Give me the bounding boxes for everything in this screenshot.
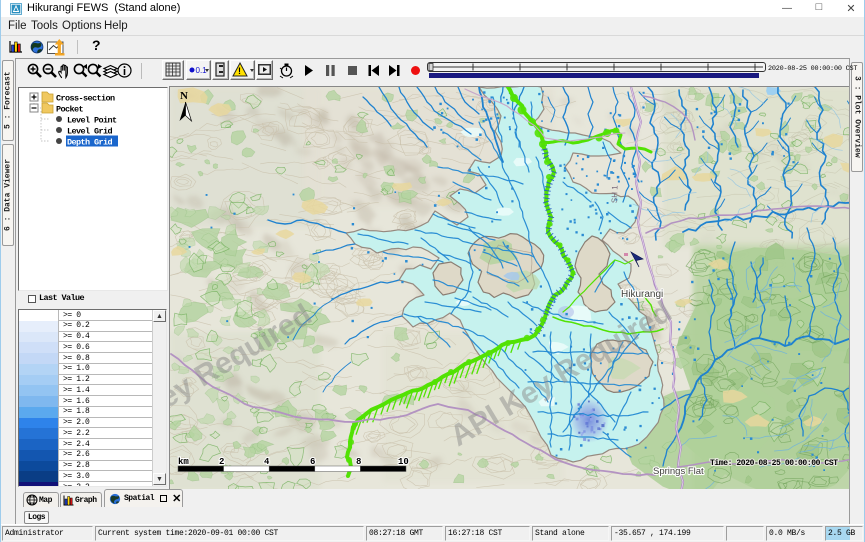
svg-text:!: ! [238, 66, 241, 76]
svg-text:0.1: 0.1 [196, 66, 208, 75]
svg-text:Springs Flat: Springs Flat [653, 466, 704, 477]
svg-text:km: km [178, 457, 189, 467]
svg-text:Pocket: Pocket [56, 105, 84, 115]
svg-text:10: 10 [398, 457, 409, 467]
svg-text:Hikurangi: Hikurangi [621, 289, 663, 300]
svg-text:Time: 2020-08-25 00:00:00 CST: Time: 2020-08-25 00:00:00 CST [710, 459, 838, 468]
svg-text:Cross-section: Cross-section [56, 94, 115, 104]
svg-text:N: N [180, 90, 188, 102]
svg-text:Level Point: Level Point [67, 116, 117, 126]
svg-text:Depth Grid: Depth Grid [67, 138, 113, 148]
svg-text:2: 2 [219, 457, 224, 467]
svg-text:Level Grid: Level Grid [67, 127, 113, 137]
svg-text:8: 8 [356, 457, 361, 467]
svg-text:6: 6 [310, 457, 315, 467]
svg-text:SH 1: SH 1 [610, 185, 620, 204]
svg-text:4: 4 [264, 457, 270, 467]
